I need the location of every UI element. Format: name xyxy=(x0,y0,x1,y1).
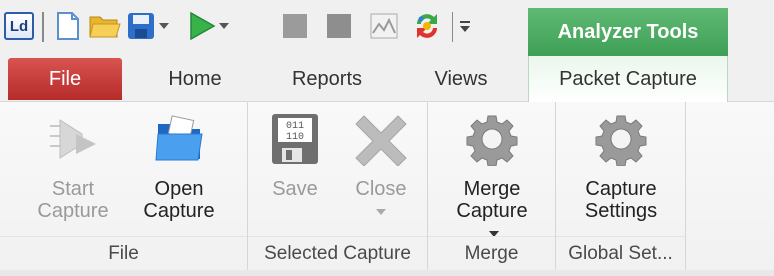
tab-file[interactable]: File xyxy=(8,58,122,100)
customize-toolbar-icon[interactable] xyxy=(456,10,474,42)
toolbar-separator xyxy=(42,12,44,42)
save-capture-label: Save xyxy=(272,178,318,200)
open-folder-icon[interactable] xyxy=(88,10,122,42)
ribbon-body: Start Capture Open Capture File 011 110 … xyxy=(0,102,774,270)
play-dropdown-caret[interactable] xyxy=(218,10,230,42)
merge-capture-label-line1: Merge xyxy=(463,178,521,200)
capture-settings-label-line2: Settings xyxy=(584,200,658,222)
group-label-file: File xyxy=(0,236,247,270)
tab-reports[interactable]: Reports xyxy=(280,56,374,102)
binary-text-row1: 011 xyxy=(286,121,304,132)
open-capture-button[interactable]: Open Capture xyxy=(136,108,222,234)
toolbar-separator xyxy=(452,12,453,42)
group-file: Start Capture Open Capture File xyxy=(0,102,248,270)
chart-icon[interactable] xyxy=(368,10,400,42)
tab-views[interactable]: Views xyxy=(420,56,502,102)
group-label-selected-capture: Selected Capture xyxy=(248,236,427,270)
save-icon[interactable] xyxy=(126,10,156,42)
app-logo-icon[interactable]: Ld xyxy=(4,12,34,40)
ribbon-bottom-border xyxy=(0,270,774,276)
tab-packet-capture[interactable]: Packet Capture xyxy=(528,56,728,103)
gear-icon xyxy=(465,112,519,167)
group-selected-capture: 011 110 Save Close Selected Capture xyxy=(248,102,428,270)
ribbon-tab-bar: File Home Reports Views Packet Capture xyxy=(0,56,774,103)
start-capture-label-line2: Capture xyxy=(37,200,109,222)
capture-settings-label-line1: Capture xyxy=(585,178,657,200)
group-merge: Merge Capture Merge xyxy=(428,102,556,270)
group-label-global-settings: Global Set... xyxy=(556,236,685,270)
refresh-arrows-icon[interactable] xyxy=(410,10,444,42)
group-global-settings: Capture Settings Global Set... xyxy=(556,102,686,270)
binary-save-icon: 011 110 xyxy=(268,112,322,166)
start-capture-button[interactable]: Start Capture xyxy=(30,108,116,234)
open-capture-label-line2: Capture xyxy=(143,200,215,222)
save-dropdown-caret[interactable] xyxy=(158,10,170,42)
stop-square-icon[interactable] xyxy=(324,10,354,42)
start-capture-icon xyxy=(46,112,100,166)
merge-capture-button[interactable]: Merge Capture xyxy=(446,108,538,237)
start-capture-label-line1: Start xyxy=(51,178,95,200)
new-document-icon[interactable] xyxy=(52,10,84,42)
context-tab-header: Analyzer Tools xyxy=(528,8,728,56)
gear-icon xyxy=(594,112,648,167)
open-capture-label-line1: Open xyxy=(154,178,204,200)
save-capture-button[interactable]: 011 110 Save xyxy=(252,108,338,234)
tab-home[interactable]: Home xyxy=(150,56,240,102)
capture-settings-button[interactable]: Capture Settings xyxy=(576,108,666,234)
close-x-icon xyxy=(354,112,408,167)
stop-square-icon[interactable] xyxy=(280,10,310,42)
play-icon[interactable] xyxy=(186,10,218,42)
binary-text-row2: 110 xyxy=(286,132,304,143)
close-capture-button[interactable]: Close xyxy=(338,108,424,234)
close-capture-dropdown-caret[interactable] xyxy=(338,200,424,222)
merge-capture-label-line2: Capture xyxy=(456,200,528,222)
close-capture-label: Close xyxy=(355,178,407,200)
group-label-merge: Merge xyxy=(428,236,555,270)
open-folder-icon xyxy=(152,112,206,166)
